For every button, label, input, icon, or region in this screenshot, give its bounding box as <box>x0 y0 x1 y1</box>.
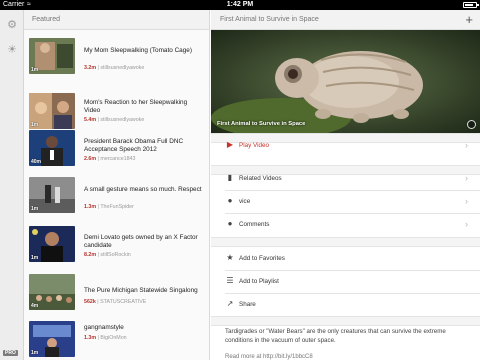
related-videos-label: Related Videos <box>239 175 282 182</box>
video-meta: 8.2m | stillSoRockin <box>84 252 131 258</box>
video-player-preview[interactable]: First Animal to Survive in Space <box>211 30 480 133</box>
video-thumbnail: 4m <box>29 274 75 310</box>
detail-header: First Animal to Survive in Space + <box>211 10 480 30</box>
chevron-right-icon: › <box>465 140 468 150</box>
list-item[interactable]: 1m My Mom Sleepwalking (Tomato Cage) 3.2… <box>24 34 209 79</box>
video-meta: 3.2m | stillsusnedlyawoke <box>84 65 145 71</box>
video-title: Demi Lovato gets owned by an X Factor ca… <box>84 234 198 249</box>
chevron-right-icon: › <box>465 173 468 183</box>
video-meta: 1.3m | BigiOnMon <box>84 335 127 341</box>
video-title: A small gesture means so much. Respect <box>84 186 202 193</box>
list-item[interactable]: 1m Demi Lovato gets owned by an X Factor… <box>24 222 209 267</box>
list-item[interactable]: 40m President Barack Obama Full DNC Acce… <box>24 126 209 171</box>
list-item[interactable]: 4m The Pure Michigan Statewide Singalong… <box>24 270 209 315</box>
video-meta: 1.3m | TheFunSpider <box>84 204 134 210</box>
section-separator <box>211 316 480 326</box>
channel-label: vice <box>239 198 251 205</box>
add-to-favorites-button[interactable]: ★ Add to Favorites <box>211 247 480 270</box>
video-meta: 2.6m | mercance1843 <box>84 156 136 162</box>
battery-icon <box>463 2 479 8</box>
play-icon: ▶ <box>226 140 234 149</box>
pro-badge: PRO <box>3 350 18 356</box>
video-title: My Mom Sleepwalking (Tomato Cage) <box>84 47 192 54</box>
related-videos-button[interactable]: ▮ Related Videos › <box>211 167 480 190</box>
video-title: gangnamstyle <box>84 324 124 331</box>
description-link[interactable]: Read more at http://bit.ly/1bbcC8 <box>225 354 313 360</box>
list-item[interactable]: 1m gangnamstyle 1.3m | BigiOnMon <box>24 317 209 360</box>
video-meta: 5.4m | stillsusnedlyawoke <box>84 117 145 123</box>
detail-title: First Animal to Survive in Space <box>220 16 319 23</box>
section-separator <box>211 237 480 247</box>
play-video-button[interactable]: ▶ Play Video › <box>211 134 480 157</box>
video-icon: ▮ <box>227 173 233 182</box>
more-info-icon[interactable] <box>467 120 476 129</box>
left-rail: ⚙ ☀ PRO <box>0 10 24 360</box>
chevron-right-icon: › <box>465 196 468 206</box>
video-thumbnail: 40m <box>29 130 75 166</box>
channel-button[interactable]: ● vice › <box>211 190 480 213</box>
video-thumbnail: 1m <box>29 321 75 357</box>
clock: 1:42 PM <box>226 1 254 8</box>
list-item[interactable]: 1m A small gesture means so much. Respec… <box>24 173 209 218</box>
video-thumbnail: 1m <box>29 177 75 213</box>
sun-icon[interactable]: ☀ <box>6 44 18 56</box>
hero-caption: First Animal to Survive in Space <box>217 121 306 127</box>
playlist-icon: ☰ <box>226 276 234 285</box>
comment-icon: ● <box>227 219 233 228</box>
status-bar: Carrier ≈ 1:42 PM <box>0 0 480 10</box>
gear-icon[interactable]: ⚙ <box>6 19 18 31</box>
video-title: Mom's Reaction to her Sleepwalking Video <box>84 99 188 114</box>
plus-icon[interactable]: + <box>465 13 473 26</box>
featured-feed: Featured 1m My Mom Sleepwalking (Tomato … <box>24 10 210 360</box>
chevron-right-icon: › <box>465 219 468 229</box>
add-to-playlist-label: Add to Playlist <box>239 278 279 285</box>
share-icon: ↗ <box>226 299 234 308</box>
video-title: The Pure Michigan Statewide Singalong <box>84 287 198 294</box>
share-label: Share <box>239 301 256 308</box>
star-icon: ★ <box>226 253 234 262</box>
video-thumbnail: 1m <box>29 93 75 129</box>
video-thumbnail: 1m <box>29 38 75 74</box>
comments-label: Comments <box>239 221 270 228</box>
video-detail: First Animal to Survive in Space + First… <box>211 10 480 360</box>
video-thumbnail: 1m <box>29 226 75 262</box>
video-title: President Barack Obama Full DNC Acceptan… <box>84 138 184 153</box>
add-to-playlist-button[interactable]: ☰ Add to Playlist <box>211 270 480 293</box>
add-to-favorites-label: Add to Favorites <box>239 255 285 262</box>
user-icon: ● <box>227 196 233 205</box>
play-video-label: Play Video <box>239 142 269 149</box>
share-button[interactable]: ↗ Share <box>211 293 480 316</box>
comments-button[interactable]: ● Comments › <box>211 213 480 236</box>
video-description: Tardigrades or "Water Bears" are the onl… <box>225 328 446 344</box>
feed-header: Featured <box>24 10 209 30</box>
video-meta: 562k | STATUSCREATIVE <box>84 299 147 305</box>
